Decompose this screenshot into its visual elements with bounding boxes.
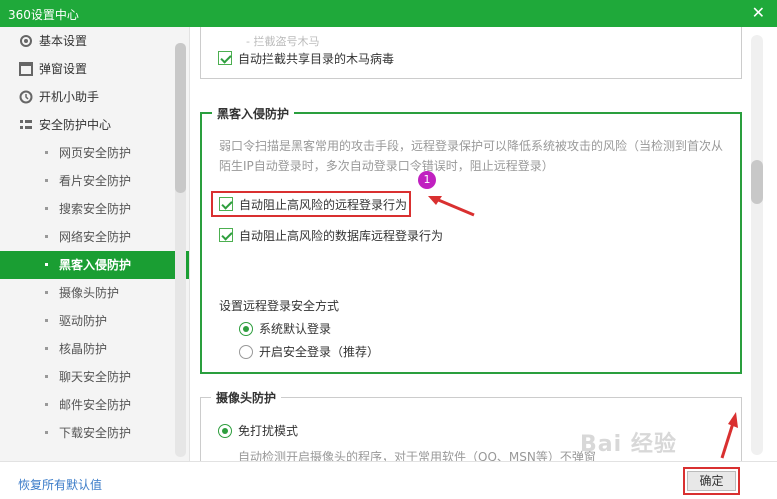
group-description: 弱口令扫描是黑客常用的攻击手段，远程登录保护可以降低系统被攻击的风险（当检测到首… bbox=[219, 139, 724, 173]
window-title: 360设置中心 bbox=[8, 8, 79, 22]
close-icon[interactable]: ✕ bbox=[752, 4, 765, 22]
step-badge: 1 bbox=[418, 171, 436, 189]
hacker-protection-group: 黑客入侵防护 弱口令扫描是黑客常用的攻击手段，远程登录保护可以降低系统被攻击的风… bbox=[200, 105, 742, 374]
sidebar-sub-web[interactable]: 网页安全防护 bbox=[0, 139, 189, 167]
checkbox-label: 自动阻止高风险的数据库远程登录行为 bbox=[239, 229, 444, 243]
gear-icon bbox=[20, 35, 32, 47]
footer-bar: 恢复所有默认值 确定 bbox=[0, 461, 777, 499]
sidebar-sub-label: 黑客入侵防护 bbox=[59, 258, 132, 272]
content-scrollbar[interactable] bbox=[751, 35, 763, 455]
group-description: 自动检测开启摄像头的程序，对于常用软件（QQ、MSN等）不弹窗 bbox=[238, 450, 596, 461]
radio-safe-login[interactable]: 开启安全登录（推荐） bbox=[239, 343, 379, 360]
sidebar-sub-video[interactable]: 看片安全防护 bbox=[0, 167, 189, 195]
watermark: Bai 经验 bbox=[580, 432, 677, 457]
content-scroll-thumb[interactable] bbox=[751, 160, 763, 204]
sidebar-sub-label: 驱动防护 bbox=[59, 314, 108, 328]
sidebar-item-basic[interactable]: 基本设置 bbox=[0, 27, 189, 55]
radio-icon[interactable] bbox=[218, 424, 232, 438]
bullet-icon bbox=[45, 263, 48, 266]
checkbox-label: 自动阻止高风险的远程登录行为 bbox=[239, 198, 408, 212]
shield-icon bbox=[20, 120, 32, 129]
checkbox-block-remote-login[interactable]: 自动阻止高风险的远程登录行为 bbox=[219, 196, 407, 213]
bullet-icon bbox=[45, 319, 48, 322]
window-icon bbox=[19, 62, 33, 76]
sidebar-sub-label: 网页安全防护 bbox=[59, 146, 132, 160]
checkbox-icon[interactable] bbox=[219, 228, 233, 242]
sidebar-sub-label: 聊天安全防护 bbox=[59, 370, 132, 384]
sidebar-sub-chat[interactable]: 聊天安全防护 bbox=[0, 363, 189, 391]
sidebar-sub-label: 摄像头防护 bbox=[59, 286, 120, 300]
prev-section-box: - 拦截盗号木马 自动拦截共享目录的木马病毒 bbox=[200, 27, 742, 79]
sidebar-sub-label: 下载安全防护 bbox=[59, 426, 132, 440]
sidebar-sub-driver[interactable]: 驱动防护 bbox=[0, 307, 189, 335]
sidebar-sub-label: 网络安全防护 bbox=[59, 230, 132, 244]
sidebar-scrollbar[interactable] bbox=[175, 43, 186, 457]
radio-icon[interactable] bbox=[239, 345, 253, 359]
login-mode-label: 设置远程登录安全方式 bbox=[219, 299, 340, 313]
sidebar-sub-download[interactable]: 下载安全防护 bbox=[0, 419, 189, 447]
bullet-icon bbox=[45, 179, 48, 182]
sidebar-item-popup[interactable]: 弹窗设置 bbox=[0, 55, 189, 83]
bullet-icon bbox=[45, 151, 48, 154]
checkbox-label: 自动拦截共享目录的木马病毒 bbox=[238, 52, 395, 66]
settings-panel: - 拦截盗号木马 自动拦截共享目录的木马病毒 黑客入侵防护 弱口令扫描是黑客常用… bbox=[191, 27, 777, 461]
faded-text: - 拦截盗号木马 bbox=[246, 35, 320, 48]
sidebar-item-label: 安全防护中心 bbox=[39, 118, 112, 132]
bullet-icon bbox=[45, 207, 48, 210]
highlight-box: 确定 bbox=[683, 467, 740, 495]
sidebar-item-label: 开机小助手 bbox=[39, 90, 100, 104]
restore-defaults-link[interactable]: 恢复所有默认值 bbox=[18, 476, 102, 493]
bullet-icon bbox=[45, 375, 48, 378]
group-title: 摄像头防护 bbox=[211, 389, 282, 406]
sidebar-sub-core-crystal[interactable]: 核晶防护 bbox=[0, 335, 189, 363]
sidebar-item-boot-helper[interactable]: 开机小助手 bbox=[0, 83, 189, 111]
bullet-icon bbox=[45, 431, 48, 434]
sidebar-scroll-thumb[interactable] bbox=[175, 43, 186, 193]
sidebar-item-label: 弹窗设置 bbox=[39, 62, 88, 76]
radio-default-login[interactable]: 系统默认登录 bbox=[239, 320, 331, 337]
sidebar-sub-camera[interactable]: 摄像头防护 bbox=[0, 279, 189, 307]
sidebar-sub-search[interactable]: 搜索安全防护 bbox=[0, 195, 189, 223]
sidebar: 基本设置 弹窗设置 开机小助手 安全防护中心 网页安全防护 看片安全防护 搜索安… bbox=[0, 27, 190, 461]
sidebar-item-security-center[interactable]: 安全防护中心 bbox=[0, 111, 189, 139]
sidebar-sub-label: 看片安全防护 bbox=[59, 174, 132, 188]
sidebar-sub-mail[interactable]: 邮件安全防护 bbox=[0, 391, 189, 419]
sidebar-sub-label: 邮件安全防护 bbox=[59, 398, 132, 412]
annotation-arrow-icon bbox=[428, 196, 475, 217]
bullet-icon bbox=[45, 291, 48, 294]
sidebar-sub-label: 搜索安全防护 bbox=[59, 202, 132, 216]
annotation-arrow-icon bbox=[720, 412, 738, 459]
title-bar: 360设置中心 ✕ bbox=[0, 0, 777, 27]
checkbox-share-trojan[interactable]: 自动拦截共享目录的木马病毒 bbox=[218, 50, 394, 67]
group-title: 黑客入侵防护 bbox=[212, 105, 295, 122]
bullet-icon bbox=[45, 235, 48, 238]
checkbox-icon[interactable] bbox=[219, 197, 233, 211]
checkbox-icon[interactable] bbox=[218, 51, 232, 65]
sidebar-sub-network[interactable]: 网络安全防护 bbox=[0, 223, 189, 251]
sidebar-item-label: 基本设置 bbox=[39, 34, 88, 48]
radio-no-disturb[interactable]: 免打扰模式 bbox=[218, 422, 298, 439]
sidebar-sub-hacker[interactable]: 黑客入侵防护 bbox=[0, 251, 189, 279]
radio-label: 开启安全登录（推荐） bbox=[259, 345, 380, 359]
radio-icon[interactable] bbox=[239, 322, 253, 336]
radio-label: 系统默认登录 bbox=[259, 322, 332, 336]
bullet-icon bbox=[45, 347, 48, 350]
sidebar-sub-label: 核晶防护 bbox=[59, 342, 108, 356]
ok-button[interactable]: 确定 bbox=[687, 471, 736, 491]
checkbox-block-db-remote-login[interactable]: 自动阻止高风险的数据库远程登录行为 bbox=[219, 227, 443, 244]
bullet-icon bbox=[45, 403, 48, 406]
radio-label: 免打扰模式 bbox=[238, 424, 299, 438]
power-clock-icon bbox=[19, 90, 33, 104]
